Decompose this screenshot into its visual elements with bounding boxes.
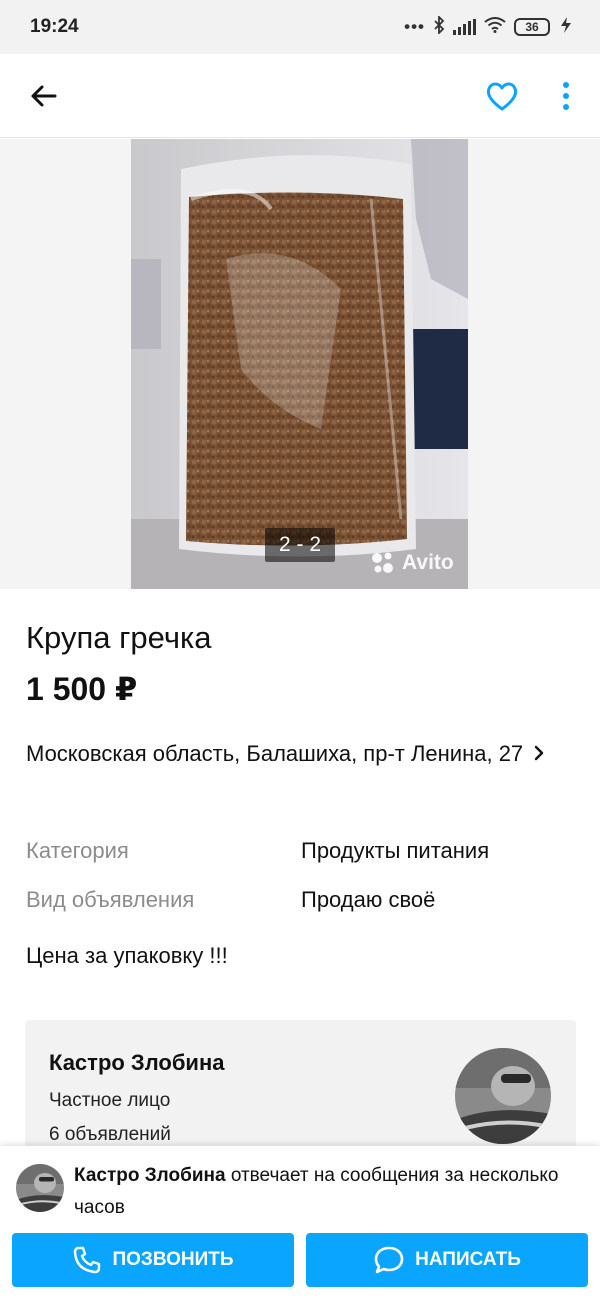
wifi-icon bbox=[484, 16, 506, 38]
seller-name: Кастро Злобина bbox=[49, 1050, 225, 1075]
more-menu-button[interactable] bbox=[554, 78, 578, 114]
param-label: Вид объявления bbox=[26, 887, 195, 912]
contact-panel: Кастро Злобина отвечает на сообщения за … bbox=[0, 1146, 600, 1299]
status-icons: ••• 36 bbox=[404, 14, 574, 39]
status-bar: 19:24 ••• 36 bbox=[0, 0, 600, 54]
param-value: Продаю своё bbox=[301, 887, 436, 912]
param-label: Категория bbox=[26, 838, 129, 863]
photo-gallery[interactable] bbox=[0, 139, 600, 589]
response-time-note: Кастро Злобина отвечает на сообщения за … bbox=[74, 1160, 574, 1224]
seller-type: Частное лицо bbox=[49, 1090, 171, 1111]
response-seller-name: Кастро Злобина bbox=[74, 1165, 226, 1186]
listing-photo[interactable] bbox=[131, 139, 468, 589]
heart-icon bbox=[486, 82, 518, 111]
phone-icon bbox=[74, 1246, 101, 1274]
seller-avatar-small[interactable] bbox=[16, 1164, 64, 1212]
more-dots-icon: ••• bbox=[404, 17, 425, 36]
arrow-left-icon bbox=[31, 85, 57, 107]
call-button-label: ПОЗВОНИТЬ bbox=[112, 1249, 234, 1270]
listing-address[interactable]: Московская область, Балашиха, пр-т Ленин… bbox=[26, 736, 576, 771]
back-button[interactable] bbox=[26, 78, 62, 114]
more-vertical-icon bbox=[563, 82, 569, 110]
chat-bubble-icon bbox=[374, 1246, 404, 1274]
status-time: 19:24 bbox=[30, 16, 79, 37]
param-value: Продукты питания bbox=[301, 838, 490, 863]
seller-card[interactable]: Кастро Злобина Частное лицо 6 объявлений bbox=[25, 1020, 576, 1150]
watermark-text: Avito bbox=[402, 551, 454, 574]
avito-logo-icon bbox=[372, 552, 393, 573]
listing-title: Крупа гречка bbox=[26, 620, 212, 655]
seller-avatar[interactable] bbox=[455, 1048, 551, 1144]
listing-description: Цена за упаковку !!! bbox=[26, 943, 228, 968]
photo-counter: 2 - 2 bbox=[265, 528, 335, 562]
seller-ads-count: 6 объявлений bbox=[49, 1124, 171, 1145]
address-text: Московская область, Балашиха, пр-т Ленин… bbox=[26, 741, 524, 766]
bluetooth-icon bbox=[433, 14, 445, 39]
signal-icon bbox=[453, 19, 476, 35]
call-button[interactable]: ПОЗВОНИТЬ bbox=[12, 1233, 294, 1287]
battery-icon: 36 bbox=[514, 18, 550, 36]
app-bar bbox=[0, 54, 600, 138]
avito-watermark: Avito bbox=[370, 550, 454, 576]
chevron-right-icon bbox=[533, 736, 545, 771]
favorite-button[interactable] bbox=[484, 78, 520, 114]
charging-icon bbox=[558, 16, 574, 39]
write-button[interactable]: НАПИСАТЬ bbox=[306, 1233, 588, 1287]
listing-price: 1 500 ₽ bbox=[26, 671, 138, 707]
write-button-label: НАПИСАТЬ bbox=[415, 1249, 521, 1270]
